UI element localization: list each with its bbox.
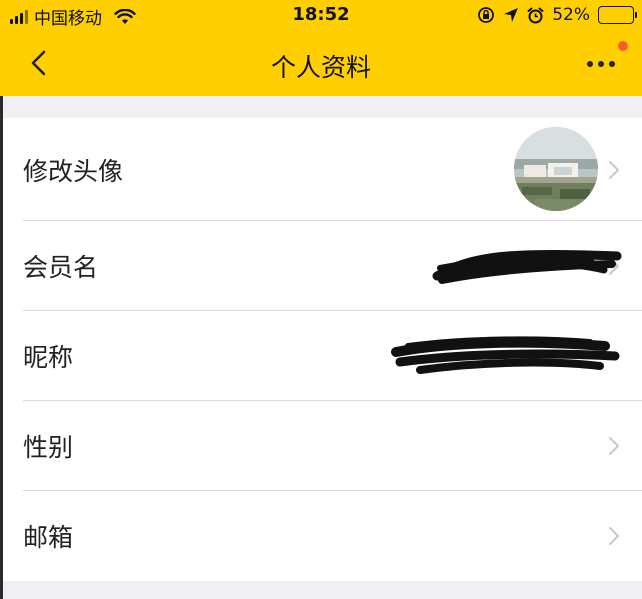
status-bar: 中国移动 18:52 52% xyxy=(0,0,642,32)
row-label: 昵称 xyxy=(23,343,74,372)
row-nickname[interactable]: 昵称 xyxy=(3,311,642,401)
row-label: 会员名 xyxy=(23,253,99,282)
navigation-bar: 个人资料 xyxy=(0,32,642,96)
chevron-right-icon xyxy=(609,160,619,179)
location-arrow-icon xyxy=(504,8,519,22)
notification-dot xyxy=(618,41,628,51)
back-button[interactable] xyxy=(22,46,56,80)
redaction-scribble xyxy=(432,249,622,284)
row-label: 性别 xyxy=(23,433,74,462)
more-button[interactable] xyxy=(584,52,620,76)
battery-level xyxy=(601,9,617,21)
wifi-icon xyxy=(114,8,136,24)
row-email[interactable]: 邮箱 xyxy=(3,491,642,581)
page-title: 个人资料 xyxy=(270,53,371,82)
chevron-left-icon xyxy=(31,50,46,76)
status-bar-right: 52% xyxy=(477,5,637,25)
avatar[interactable] xyxy=(514,127,598,211)
chevron-right-icon xyxy=(609,437,619,455)
row-label: 修改头像 xyxy=(23,156,124,186)
redaction-scribble xyxy=(391,336,620,374)
rotation-lock-icon xyxy=(478,7,495,23)
alarm-icon xyxy=(527,7,544,23)
row-label: 邮箱 xyxy=(23,523,74,552)
more-dots-icon xyxy=(587,61,615,67)
avatar-image xyxy=(514,127,598,211)
carrier-name: 中国移动 xyxy=(34,9,102,29)
profile-list: 修改头像 会员名 昵称 性别 邮箱 xyxy=(3,118,642,581)
row-gender[interactable]: 性别 xyxy=(3,401,642,491)
status-bar-left: 中国移动 xyxy=(10,4,136,29)
signal-icon xyxy=(10,9,28,24)
row-avatar[interactable]: 修改头像 xyxy=(3,118,642,221)
chevron-right-icon xyxy=(609,527,619,545)
battery-percent: 52% xyxy=(552,5,590,25)
battery-icon xyxy=(598,6,637,24)
row-member-name[interactable]: 会员名 xyxy=(3,221,642,311)
